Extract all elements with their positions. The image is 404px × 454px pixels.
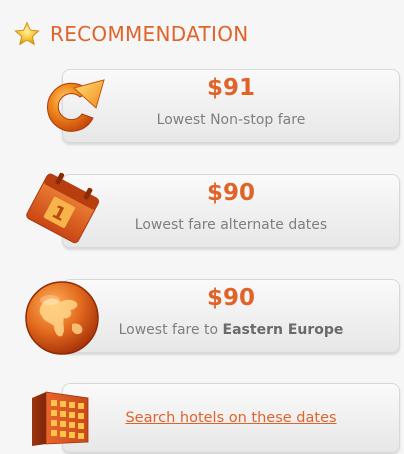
star-icon	[14, 21, 40, 46]
eastern-europe-label: Lowest fare to Eastern Europe	[63, 322, 399, 338]
refresh-arrow-icon	[47, 79, 105, 132]
eastern-europe-price: $90	[206, 285, 255, 311]
search-hotels-card: Search hotels on these dates	[62, 383, 400, 453]
eastern-europe-label-region: Eastern Europe	[222, 322, 344, 338]
calendar-icon: 1	[26, 172, 100, 244]
alternate-dates-card[interactable]: $90 Lowest fare alternate dates	[62, 174, 400, 248]
eastern-europe-label-prefix: Lowest fare to	[118, 322, 219, 338]
nonstop-fare-label: Lowest Non-stop fare	[156, 112, 306, 128]
eastern-europe-card[interactable]: $90 Lowest fare to Eastern Europe	[62, 279, 400, 353]
recommendation-panel: RECOMMENDATION $91 Lowest Non-stop fare …	[0, 0, 404, 454]
alternate-dates-label: Lowest fare alternate dates	[134, 217, 328, 233]
section-title: RECOMMENDATION	[50, 22, 249, 46]
globe-icon	[25, 281, 99, 355]
search-hotels-link[interactable]: Search hotels on these dates	[63, 410, 399, 426]
nonstop-fare-card[interactable]: $91 Lowest Non-stop fare	[62, 69, 400, 143]
recommendation-header: RECOMMENDATION	[14, 16, 249, 52]
alternate-dates-price: $90	[206, 180, 255, 206]
nonstop-fare-price: $91	[206, 75, 255, 101]
hotel-building-icon	[32, 391, 89, 446]
